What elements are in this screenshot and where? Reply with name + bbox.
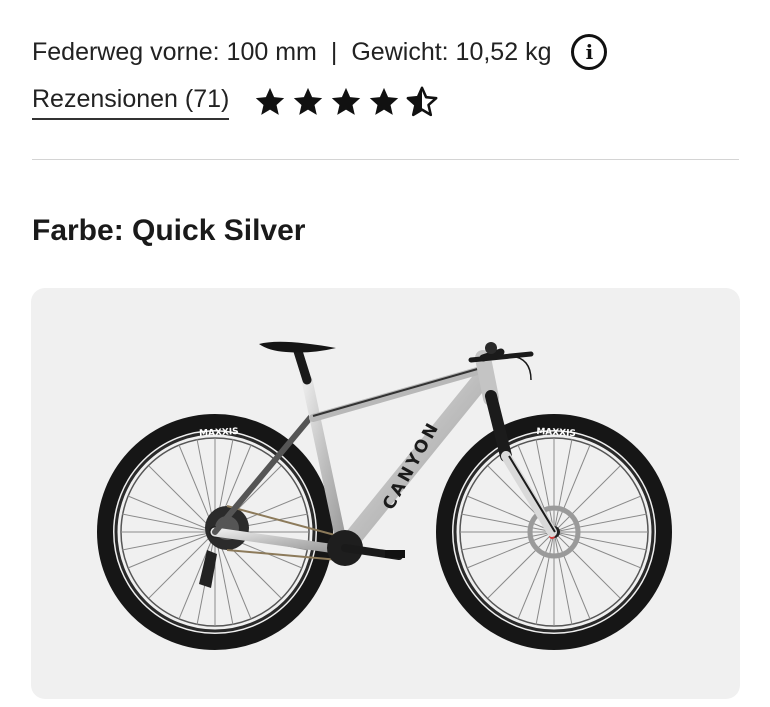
spec-separator: | (330, 37, 338, 66)
seatpost (292, 343, 312, 385)
product-image[interactable]: MAXXIS MAXXIS CANYON (31, 288, 740, 699)
star-icon (256, 87, 285, 115)
specs-row: Federweg vorne: 100 mm | Gewicht: 10,52 … (32, 32, 608, 72)
color-label: Farbe: Quick Silver (32, 214, 306, 247)
rear-derailleur (199, 550, 217, 588)
divider (32, 159, 739, 160)
star-icon (370, 87, 399, 115)
front-tire-brand: MAXXIS (536, 427, 576, 439)
saddle (259, 341, 336, 353)
star-icon (294, 87, 323, 115)
suspension-spec: Federweg vorne: 100 mm (32, 37, 317, 66)
rear-tire-brand: MAXXIS (199, 427, 239, 439)
reviews-row: Rezensionen (71) (32, 82, 439, 122)
bike-illustration: MAXXIS MAXXIS CANYON (97, 341, 672, 650)
star-icon (332, 87, 361, 115)
reviews-link[interactable]: Rezensionen (71) (32, 85, 230, 120)
frame-brand: CANYON (379, 418, 444, 514)
info-icon[interactable]: i (571, 34, 608, 70)
half-star-icon (406, 86, 438, 117)
weight-spec: Gewicht: 10,52 kg (351, 37, 552, 66)
star-rating (253, 85, 439, 119)
